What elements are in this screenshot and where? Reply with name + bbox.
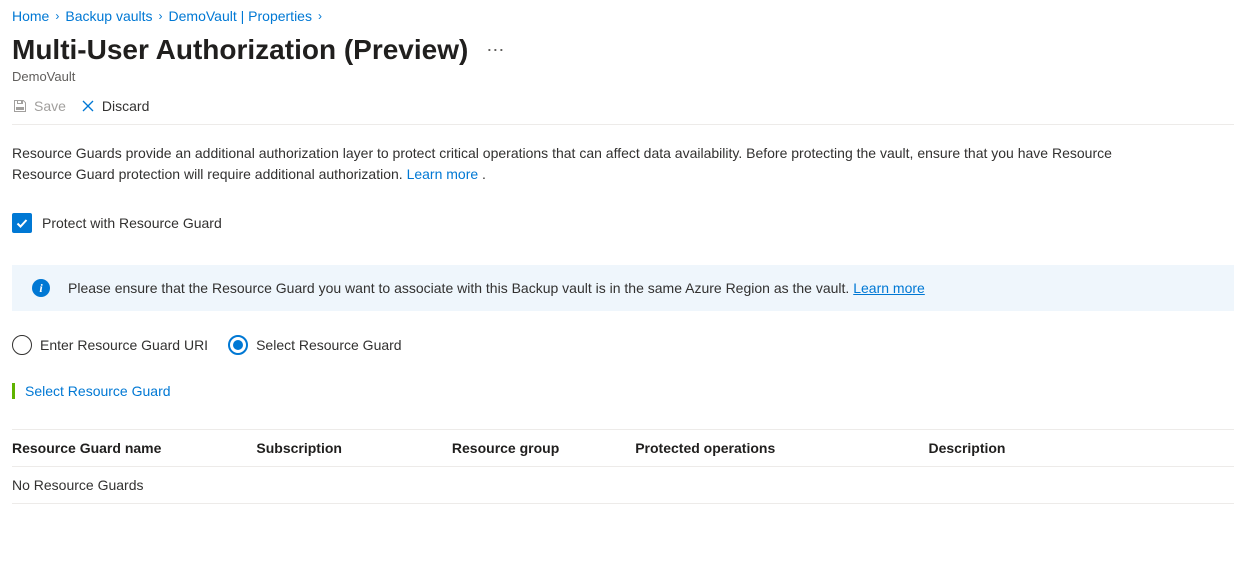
save-button: Save [12, 98, 66, 114]
table-row: No Resource Guards [12, 467, 1234, 504]
save-label: Save [34, 98, 66, 114]
description-period: . [482, 166, 486, 182]
chevron-right-icon: › [318, 9, 322, 23]
th-name[interactable]: Resource Guard name [12, 430, 256, 467]
breadcrumb: Home › Backup vaults › DemoVault | Prope… [12, 8, 1234, 24]
chevron-right-icon: › [159, 9, 163, 23]
th-description[interactable]: Description [928, 430, 1234, 467]
description-line1: Resource Guards provide an additional au… [12, 145, 1112, 161]
learn-more-link[interactable]: Learn more [407, 166, 482, 182]
check-icon [15, 216, 29, 230]
breadcrumb-backup-vaults[interactable]: Backup vaults [65, 8, 152, 24]
page-subtitle: DemoVault [12, 69, 1234, 84]
radio-icon-selected [228, 335, 248, 355]
radio-group: Enter Resource Guard URI Select Resource… [12, 335, 1234, 355]
close-icon [80, 98, 96, 114]
more-actions-icon[interactable]: ⋯ [486, 40, 505, 61]
discard-button[interactable]: Discard [80, 98, 149, 114]
page-title: Multi-User Authorization (Preview) [12, 34, 468, 66]
description-text: Resource Guards provide an additional au… [12, 143, 1234, 185]
protect-checkbox-label: Protect with Resource Guard [42, 215, 222, 231]
radio-label-enter-uri: Enter Resource Guard URI [40, 337, 208, 353]
radio-enter-uri[interactable]: Enter Resource Guard URI [12, 335, 208, 355]
toolbar: Save Discard [12, 98, 1234, 125]
description-line2: Resource Guard protection will require a… [12, 166, 407, 182]
radio-label-select-guard: Select Resource Guard [256, 337, 402, 353]
chevron-right-icon: › [55, 9, 59, 23]
th-subscription[interactable]: Subscription [256, 430, 452, 467]
protect-checkbox-row: Protect with Resource Guard [12, 213, 1234, 233]
info-banner: i Please ensure that the Resource Guard … [12, 265, 1234, 311]
breadcrumb-demovault-properties[interactable]: DemoVault | Properties [169, 8, 312, 24]
resource-guard-table: Resource Guard name Subscription Resourc… [12, 429, 1234, 504]
select-resource-guard-link[interactable]: Select Resource Guard [25, 383, 171, 399]
protect-checkbox[interactable] [12, 213, 32, 233]
info-banner-text: Please ensure that the Resource Guard yo… [68, 280, 853, 296]
th-protected-ops[interactable]: Protected operations [635, 430, 928, 467]
discard-label: Discard [102, 98, 149, 114]
select-resource-guard-wrap: Select Resource Guard [12, 383, 1234, 399]
info-learn-more-link[interactable]: Learn more [853, 280, 925, 296]
radio-select-guard[interactable]: Select Resource Guard [228, 335, 402, 355]
save-icon [12, 98, 28, 114]
radio-icon [12, 335, 32, 355]
table-empty-text: No Resource Guards [12, 467, 1234, 504]
title-row: Multi-User Authorization (Preview) ⋯ [12, 34, 1234, 66]
breadcrumb-home[interactable]: Home [12, 8, 49, 24]
table-header-row: Resource Guard name Subscription Resourc… [12, 430, 1234, 467]
info-banner-text-wrap: Please ensure that the Resource Guard yo… [68, 280, 925, 296]
th-resource-group[interactable]: Resource group [452, 430, 635, 467]
info-icon: i [32, 279, 50, 297]
